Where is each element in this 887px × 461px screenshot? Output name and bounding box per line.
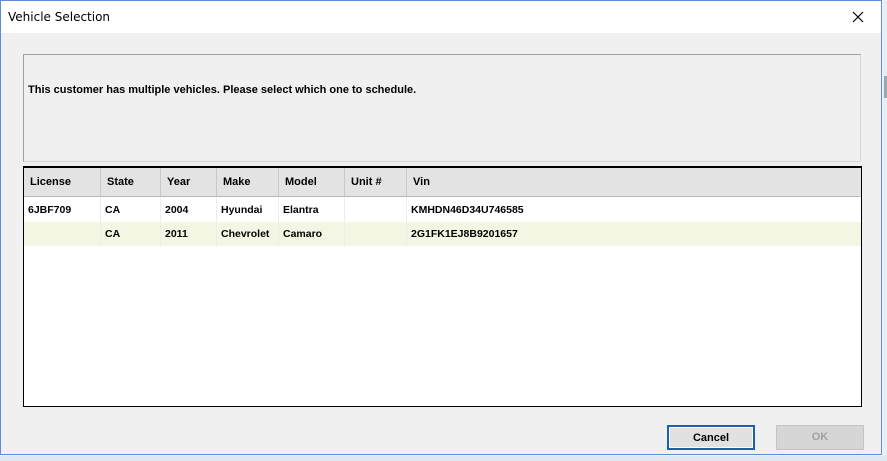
column-header-vin[interactable]: Vin — [407, 168, 861, 196]
message-panel: This customer has multiple vehicles. Ple… — [23, 54, 861, 162]
message-text: This customer has multiple vehicles. Ple… — [28, 84, 417, 96]
cell-license: 6JBF709 — [24, 198, 101, 222]
cell-state: CA — [101, 222, 161, 246]
grid-header: License State Year Make Model Unit # Vin — [24, 168, 861, 197]
ok-button[interactable]: OK — [776, 425, 864, 450]
column-header-license[interactable]: License — [24, 168, 101, 196]
title-bar: Vehicle Selection — [1, 1, 881, 33]
cell-license — [24, 222, 101, 246]
window-title: Vehicle Selection — [8, 10, 111, 24]
close-button[interactable] — [835, 1, 881, 33]
cell-vin: KMHDN46D34U746585 — [411, 204, 524, 216]
table-row-selected[interactable]: CA 2011 Chevrolet Camaro 2G1FK1EJ8B92016… — [24, 222, 861, 246]
cancel-button[interactable]: Cancel — [667, 425, 755, 450]
cell-unit — [345, 198, 407, 222]
column-header-make[interactable]: Make — [217, 168, 279, 196]
cell-make: Hyundai — [217, 198, 279, 222]
column-header-year[interactable]: Year — [161, 168, 217, 196]
vehicle-grid[interactable]: License State Year Make Model Unit # Vin… — [23, 166, 862, 407]
column-header-model[interactable]: Model — [279, 168, 345, 196]
close-icon — [852, 11, 864, 23]
cell-year: 2004 — [161, 198, 217, 222]
background-window-bottom — [0, 456, 887, 461]
cell-model: Camaro — [279, 222, 345, 246]
column-header-state[interactable]: State — [101, 168, 161, 196]
background-window-edge — [883, 0, 887, 461]
table-row[interactable]: 6JBF709 CA 2004 Hyundai Elantra KMHDN46D… — [24, 198, 861, 222]
cell-year: 2011 — [161, 222, 217, 246]
cell-state: CA — [101, 198, 161, 222]
cell-model: Elantra — [279, 198, 345, 222]
cell-unit — [345, 222, 407, 246]
column-header-unit[interactable]: Unit # — [345, 168, 407, 196]
cell-make: Chevrolet — [217, 222, 279, 246]
vehicle-selection-dialog: Vehicle Selection This customer has mult… — [0, 0, 882, 455]
cell-vin: 2G1FK1EJ8B9201657 — [411, 228, 518, 240]
